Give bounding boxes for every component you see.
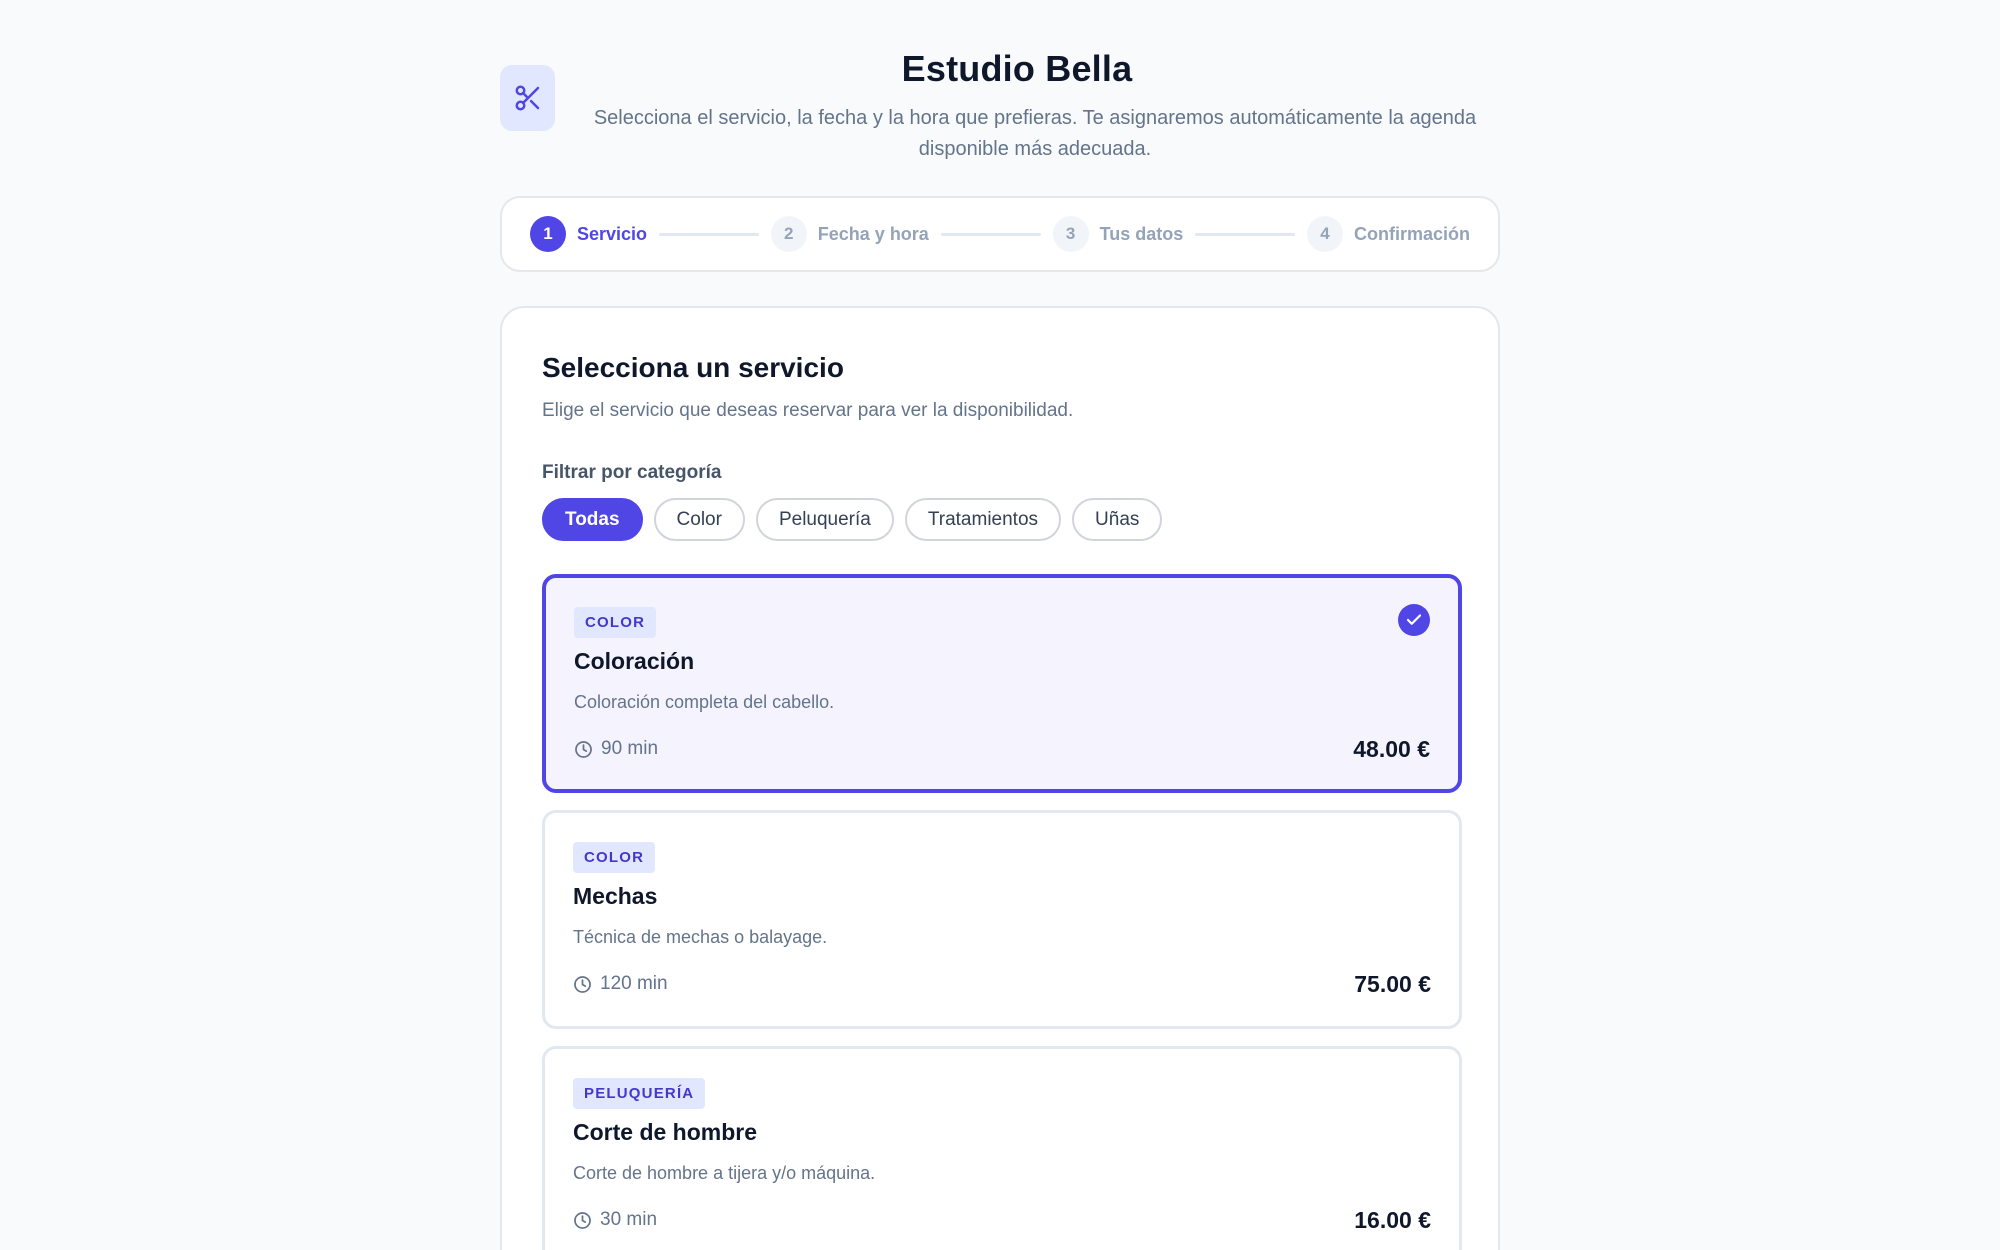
- duration-text: 30 min: [600, 1209, 658, 1230]
- service-card-coloracion[interactable]: COLOR Coloración Coloración completa del…: [542, 574, 1462, 793]
- filter-chip-color[interactable]: Color: [653, 498, 745, 541]
- step-connector: [940, 232, 1041, 236]
- page-subtitle: Selecciona el servicio, la fecha y la ho…: [593, 107, 1477, 160]
- step-connector: [659, 232, 759, 236]
- step-label: Servicio: [577, 223, 648, 244]
- selected-check-icon: [1398, 604, 1430, 636]
- service-description: Coloración completa del cabello.: [574, 692, 835, 712]
- step-fecha-hora[interactable]: 2 Fecha y hora: [770, 216, 929, 252]
- service-selection-panel: Selecciona un servicio Elige el servicio…: [500, 306, 1500, 1250]
- category-badge: PELUQUERÍA: [573, 1078, 706, 1109]
- step-number: 2: [770, 216, 807, 252]
- service-card-corte-hombre[interactable]: PELUQUERÍA Corte de hombre Corte de homb…: [542, 1046, 1462, 1250]
- clock-icon: [574, 975, 591, 993]
- category-badge: COLOR: [573, 842, 656, 873]
- filter-chip-todas[interactable]: Todas: [542, 498, 643, 541]
- section-subtitle: Elige el servicio que deseas reservar pa…: [542, 400, 1074, 421]
- section-title: Selecciona un servicio: [542, 352, 844, 383]
- page-header: Estudio Bella Selecciona el servicio, la…: [500, 48, 1500, 160]
- step-label: Confirmación: [1353, 223, 1470, 244]
- filter-label: Filtrar por categoría: [542, 462, 722, 483]
- service-duration: 90 min: [574, 738, 658, 760]
- step-label: Tus datos: [1099, 223, 1184, 244]
- clock-icon: [574, 1211, 591, 1229]
- service-description: Corte de hombre a tijera y/o máquina.: [573, 1163, 876, 1183]
- service-price: 75.00 €: [1354, 971, 1431, 997]
- step-confirmacion[interactable]: 4 Confirmación: [1306, 216, 1470, 252]
- service-name: Coloración: [574, 648, 695, 674]
- filter-chip-unas[interactable]: Uñas: [1072, 498, 1163, 541]
- service-name: Corte de hombre: [573, 1119, 758, 1145]
- service-duration: 30 min: [573, 1209, 657, 1231]
- duration-text: 90 min: [601, 738, 659, 759]
- page-title: Estudio Bella: [901, 48, 1133, 89]
- step-number: 4: [1306, 216, 1343, 252]
- category-filter: Todas Color Peluquería Tratamientos Uñas: [542, 498, 1163, 541]
- service-price: 48.00 €: [1353, 736, 1430, 762]
- service-duration: 120 min: [573, 973, 668, 995]
- step-number: 1: [530, 216, 566, 252]
- booking-stepper: 1 Servicio 2 Fecha y hora 3 Tus datos 4 …: [500, 196, 1500, 272]
- service-card-mechas[interactable]: COLOR Mechas Técnica de mechas o balayag…: [542, 810, 1462, 1029]
- step-number: 3: [1052, 216, 1089, 252]
- filter-chip-tratamientos[interactable]: Tratamientos: [904, 498, 1062, 541]
- service-price: 16.00 €: [1354, 1207, 1431, 1233]
- service-name: Mechas: [573, 883, 658, 909]
- step-label: Fecha y hora: [817, 223, 929, 244]
- step-tus-datos[interactable]: 3 Tus datos: [1052, 216, 1184, 252]
- step-connector: [1195, 232, 1295, 236]
- service-list: COLOR Coloración Coloración completa del…: [542, 574, 1462, 1250]
- filter-chip-peluqueria[interactable]: Peluquería: [755, 498, 894, 541]
- clock-icon: [575, 740, 592, 758]
- category-badge: COLOR: [574, 607, 657, 638]
- service-description: Técnica de mechas o balayage.: [573, 927, 828, 947]
- step-servicio[interactable]: 1 Servicio: [530, 216, 647, 252]
- duration-text: 120 min: [600, 973, 668, 994]
